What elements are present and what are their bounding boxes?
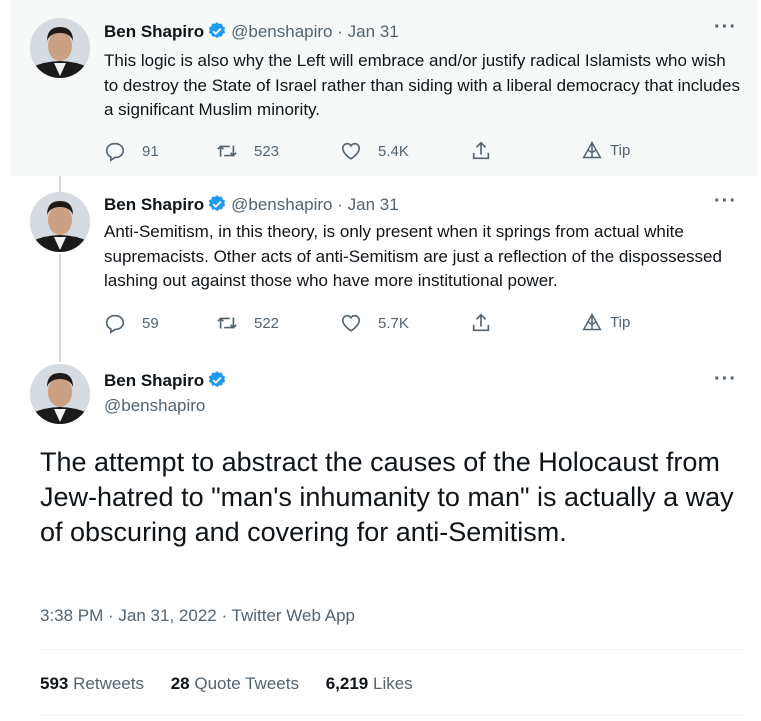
separator: · [337,195,343,214]
more-icon[interactable]: ··· [714,16,737,39]
likes-label: Likes [372,674,413,693]
like-icon [341,142,361,160]
tip-button[interactable]: Tip [582,140,630,160]
tweet-header: Ben Shapiro @benshapiro · Jan 31 [104,194,399,216]
avatar[interactable] [30,18,90,78]
reply-button[interactable]: 91 [104,140,159,162]
reply-button[interactable]: 59 [104,312,159,334]
quote-tweets-stat[interactable]: 28 Quote Tweets [171,674,299,693]
retweets-count: 593 [40,674,69,693]
author-handle[interactable]: @benshapiro [104,395,205,417]
reply-icon [105,314,125,334]
share-icon [472,141,490,160]
divider [40,649,745,650]
retweets-stat[interactable]: 593 Retweets [40,674,144,693]
reply-count: 59 [142,314,159,332]
tweet-text: Anti-Semitism, in this theory, is only p… [104,222,722,290]
tweet-actions: 59 522 5.7K Tip [104,312,664,336]
author-name[interactable]: Ben Shapiro [104,371,204,390]
engagement-stats: 593 Retweets 28 Quote Tweets 6,219 Likes [40,674,435,694]
tweet-header: Ben Shapiro @benshapiro · Jan 31 [104,21,399,43]
reply-icon [105,142,125,162]
retweet-icon [217,145,237,157]
thread-tweet-2[interactable]: Ben Shapiro @benshapiro · Jan 31 ··· Anti… [10,180,757,350]
share-button[interactable] [470,312,508,334]
likes-stat[interactable]: 6,219 Likes [326,674,413,693]
share-button[interactable] [470,140,508,162]
tip-label: Tip [610,141,631,159]
avatar[interactable] [30,364,90,424]
share-icon [472,313,490,332]
like-button[interactable]: 5.7K [340,312,409,334]
tweet-text: This logic is also why the Left will emb… [104,51,740,119]
separator: · [337,22,343,41]
author-name[interactable]: Ben Shapiro [104,195,204,214]
verified-badge-icon [207,370,227,390]
tweet-date[interactable]: Jan 31 [348,22,399,41]
main-tweet-text: The attempt to abstract the causes of th… [40,447,734,547]
divider [40,715,745,716]
tip-button[interactable]: Tip [582,312,630,332]
likes-count: 6,219 [325,674,369,693]
like-count: 5.7K [378,314,409,332]
quote-tweets-label: Quote Tweets [194,674,299,693]
tip-label: Tip [610,313,631,331]
tip-icon [582,312,602,331]
retweet-icon [217,317,237,329]
tip-icon [582,140,602,159]
quote-tweets-count: 28 [170,674,190,693]
retweets-label: Retweets [73,674,144,693]
retweet-button[interactable]: 523 [216,140,279,162]
retweet-count: 523 [254,142,280,160]
retweet-count: 522 [254,314,280,332]
like-icon [341,314,361,332]
author-name[interactable]: Ben Shapiro [104,22,204,41]
tweet-actions: 91 523 5.4K Tip [104,140,664,164]
retweet-button[interactable]: 522 [216,312,279,334]
author-handle[interactable]: @benshapiro [231,195,332,214]
more-icon[interactable]: ··· [714,368,737,391]
more-icon[interactable]: ··· [714,190,737,213]
main-tweet: Ben Shapiro @benshapiro ··· The attempt … [10,350,757,721]
like-count: 5.4K [378,142,409,160]
thread-tweet-1[interactable]: Ben Shapiro @benshapiro · Jan 31 ··· This… [10,0,757,176]
avatar[interactable] [30,192,90,252]
verified-badge-icon [207,194,227,214]
like-button[interactable]: 5.4K [340,140,409,162]
tweet-timestamp[interactable]: 3:38 PM · Jan 31, 2022 · Twitter Web App [40,606,355,626]
author-handle[interactable]: @benshapiro [231,22,332,41]
main-author: Ben Shapiro [104,370,231,392]
tweet-date[interactable]: Jan 31 [348,195,399,214]
reply-count: 91 [142,142,159,160]
verified-badge-icon [207,21,227,41]
